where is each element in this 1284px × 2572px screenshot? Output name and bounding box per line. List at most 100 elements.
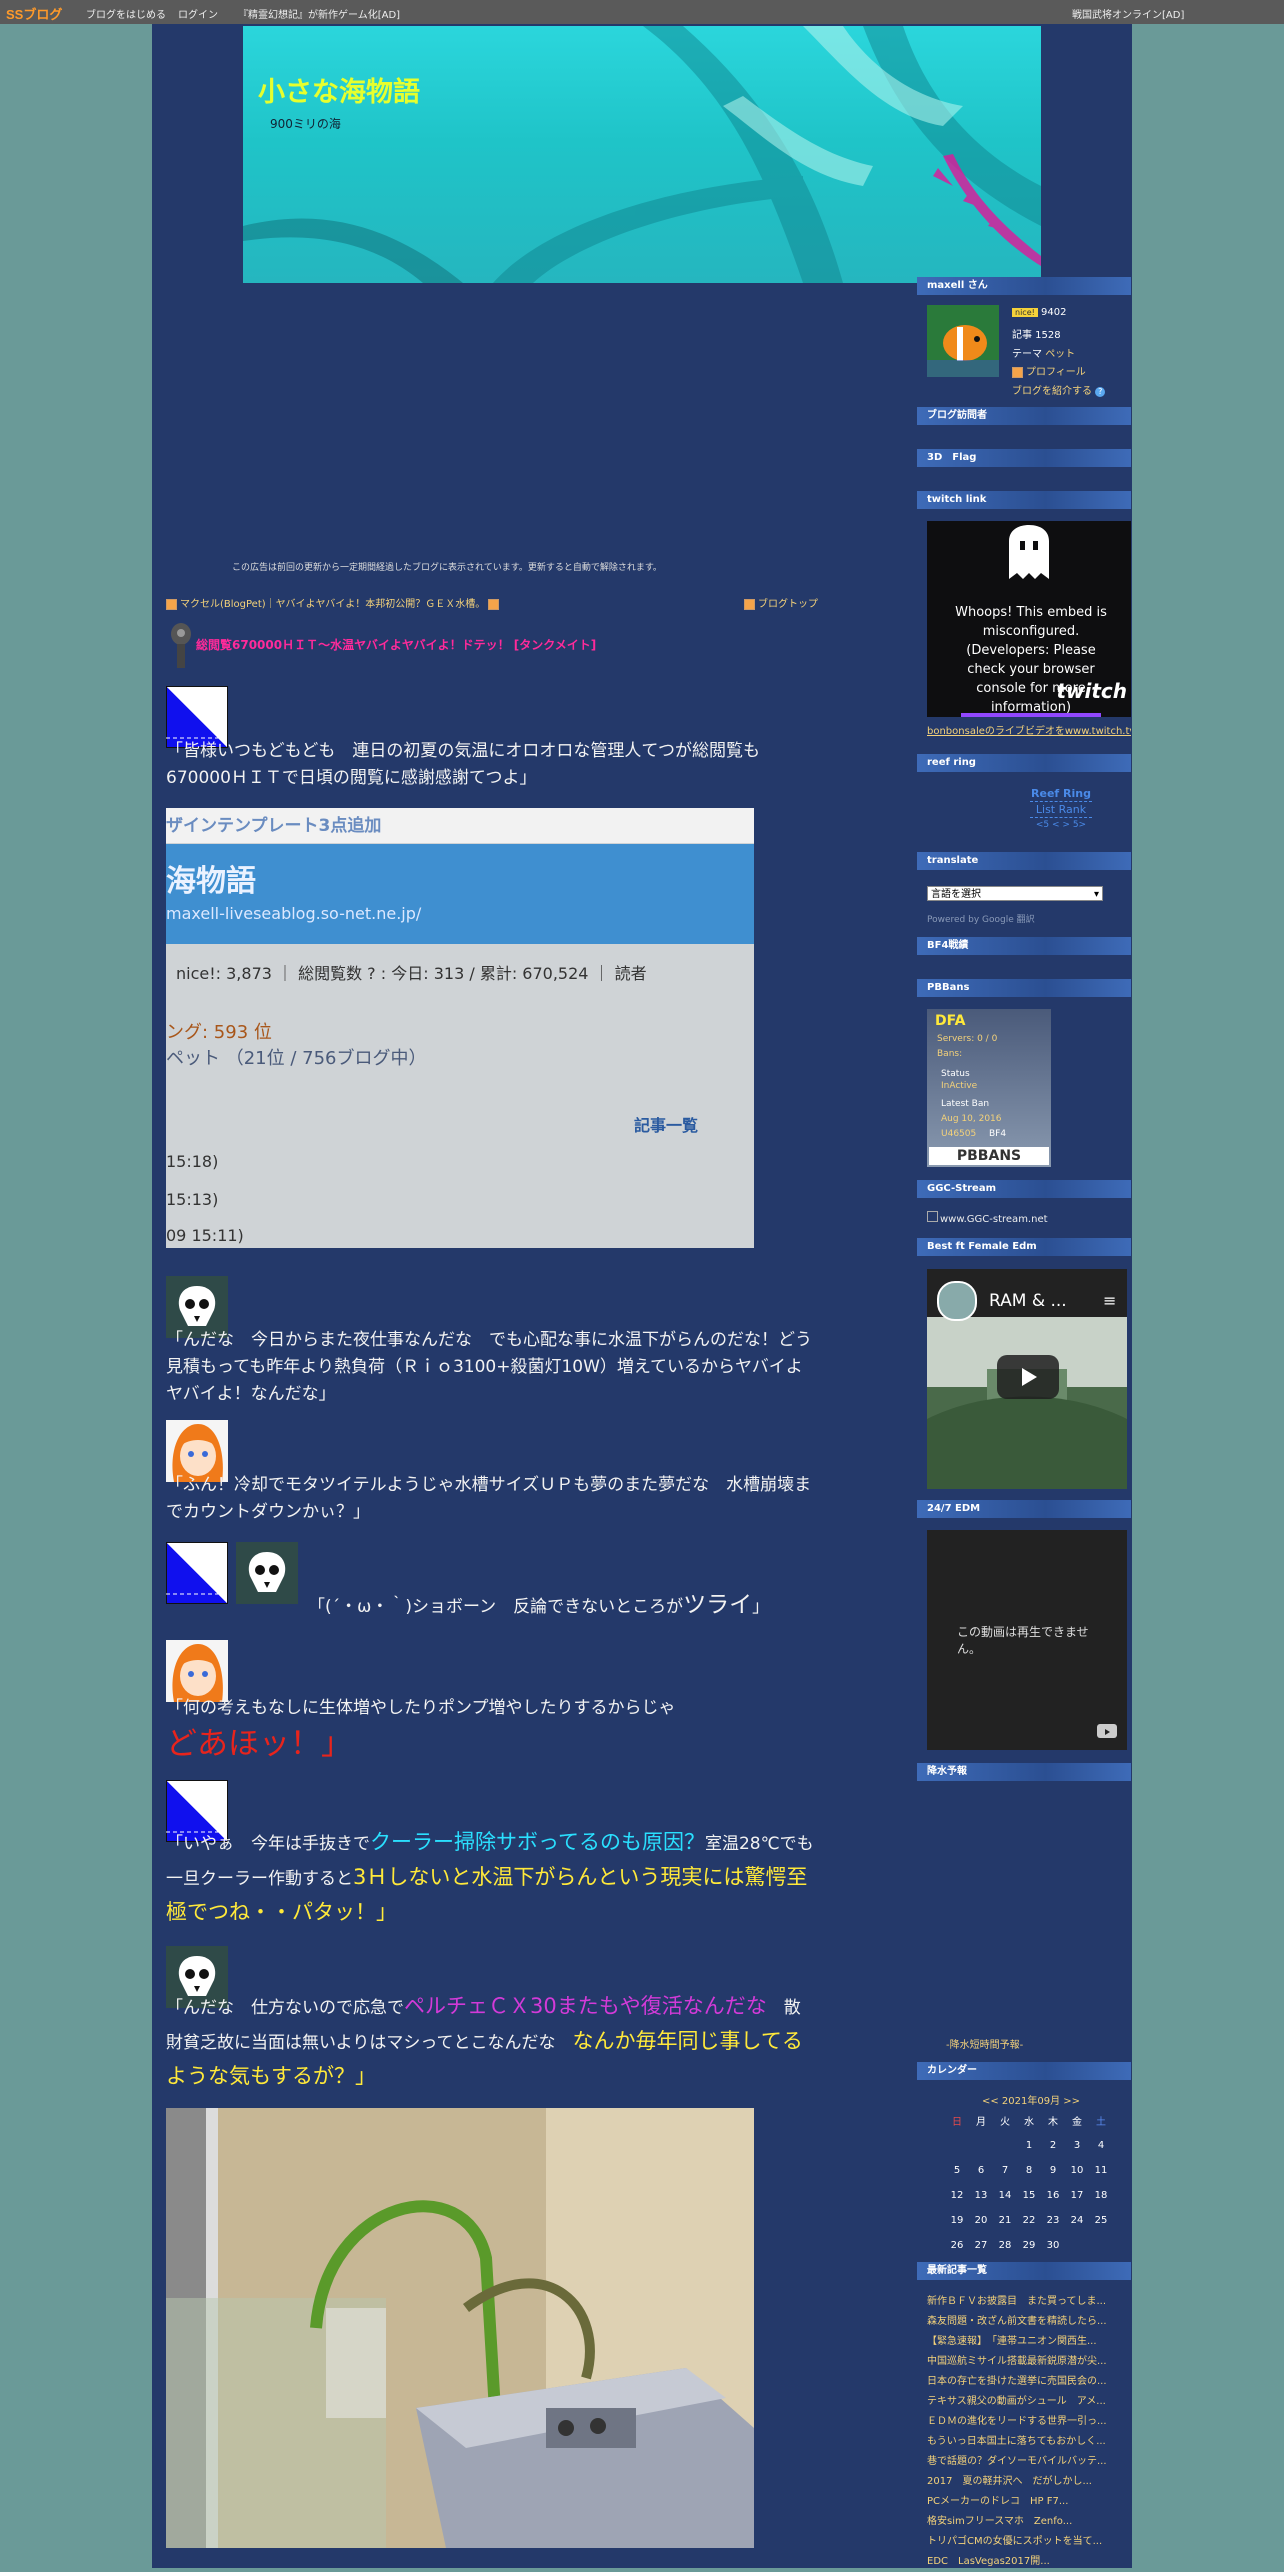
bullet-icon [488, 598, 500, 610]
recent-post-link[interactable]: テキサス親父の動画がシュール アメ... [927, 2392, 1117, 2412]
ggc-link[interactable]: www.GGC-stream.net [927, 1211, 1048, 1225]
calendar-date[interactable]: 6 [969, 2158, 993, 2183]
article-count: 記事 1528 [1012, 330, 1061, 341]
play-button[interactable] [997, 1355, 1059, 1399]
blog-top-link[interactable]: ブログトップ [744, 595, 818, 610]
youtube-icon[interactable] [1097, 1724, 1117, 1738]
reef-rank-link[interactable]: List Rank [1030, 802, 1092, 817]
channel-avatar[interactable] [937, 1281, 977, 1321]
calendar-date[interactable]: 19 [945, 2208, 969, 2233]
calendar-date[interactable]: 16 [1041, 2183, 1065, 2208]
video-title[interactable]: RAM & ... [989, 1291, 1067, 1311]
ad-link-right[interactable]: 戦国武将オンライン[AD] [1072, 6, 1184, 21]
calendar-date[interactable]: 26 [945, 2233, 969, 2258]
recent-post-link[interactable]: 新作ＢＦＶお披露目 また買ってしま... [927, 2292, 1117, 2312]
ssblog-logo[interactable]: SSブログ [6, 4, 62, 23]
calendar-date[interactable]: 3 [1065, 2133, 1089, 2158]
introduce-link[interactable]: ブログを紹介する ? [1012, 382, 1106, 397]
blog-title[interactable]: 小さな海物語 [258, 70, 420, 109]
calendar-nav[interactable]: << 2021年09月 >> [982, 2092, 1080, 2107]
calendar-date[interactable]: 15 [1017, 2183, 1041, 2208]
pbb-latest: Aug 10, 2016 [941, 1114, 1002, 1124]
calendar-date[interactable]: 20 [969, 2208, 993, 2233]
login-link[interactable]: ログイン [178, 6, 218, 21]
p6-text: 「いやぁ 今年は手抜きで [166, 1834, 370, 1854]
calendar-date[interactable]: 17 [1065, 2183, 1089, 2208]
recent-post-link[interactable]: 2017 夏の軽井沢へ だがしかし... [927, 2472, 1117, 2492]
calendar-date[interactable]: 25 [1089, 2208, 1113, 2233]
playlist-icon[interactable]: ≡ [1103, 1291, 1116, 1310]
translate-header: translate [917, 852, 1131, 870]
recent-post-link[interactable]: 日本の存亡を掛けた選挙に売国民会の... [927, 2372, 1117, 2392]
calendar-date[interactable]: 10 [1065, 2158, 1089, 2183]
calendar-date[interactable] [993, 2133, 1017, 2158]
recent-post-link[interactable]: 中国巡航ミサイル搭載最新鋭原潜が尖... [927, 2352, 1117, 2372]
calendar-date[interactable]: 22 [1017, 2208, 1041, 2233]
calendar-date[interactable]: 12 [945, 2183, 969, 2208]
recent-post-link[interactable]: 【緊急速報】 「連帯ユニオン関西生... [927, 2332, 1117, 2352]
calendar-date[interactable] [1089, 2233, 1113, 2258]
language-select-value: 言語を選択 [931, 889, 981, 900]
calendar-date[interactable]: 24 [1065, 2208, 1089, 2233]
rain-header: 降水予報 [917, 1763, 1131, 1781]
twitch-embed[interactable]: Whoops! This embed is misconfigured. (De… [927, 521, 1131, 717]
calendar-date[interactable] [969, 2133, 993, 2158]
recent-post-link[interactable]: ＥＤＭの進化をリードする世界一引っ... [927, 2412, 1117, 2432]
photo-blog-title: 海物語 [166, 864, 256, 899]
calendar-day-header: 日 [952, 2117, 962, 2128]
calendar-date[interactable] [945, 2133, 969, 2158]
calendar-date[interactable]: 29 [1017, 2233, 1041, 2258]
pbbans-widget[interactable]: DFA Servers: 0 / 0 Bans: Status InActive… [927, 1009, 1051, 1167]
reef-nav[interactable]: <5 < > 5> [1030, 817, 1092, 833]
post-title[interactable]: 総閲覧670000ＨＩＴ～水温ヤバイよヤバイよ！ドテッ！ [タンクメイト] [196, 636, 596, 653]
sidebar-user-header[interactable]: maxell さん [917, 277, 1131, 295]
rain-forecast-link[interactable]: -降水短時間予報- [946, 2036, 1023, 2051]
calendar-date[interactable]: 7 [993, 2158, 1017, 2183]
reef-ring-link[interactable]: Reef Ring [1030, 786, 1092, 802]
theme-link[interactable]: ペット [1045, 349, 1075, 360]
bullet-icon [1012, 366, 1023, 378]
calendar-date[interactable]: 14 [993, 2183, 1017, 2208]
p4-emphasis: ツライ [683, 1592, 753, 1618]
prev-post-link[interactable]: マクセル(BlogPet)｜ヤバイよヤバイよ！本邦初公開？ＧＥＸ水槽。 [166, 595, 502, 610]
calendar-date[interactable]: 28 [993, 2233, 1017, 2258]
pbb-game: BF4 [989, 1129, 1007, 1139]
recent-post-link[interactable]: 格安simフリースマホ Zenfo... [927, 2512, 1117, 2532]
calendar-date[interactable]: 5 [945, 2158, 969, 2183]
photo-rank: ング: 593 位 [166, 1022, 272, 1043]
calendar-date[interactable]: 11 [1089, 2158, 1113, 2183]
calendar-date[interactable]: 4 [1089, 2133, 1113, 2158]
skull-avatar-icon [236, 1542, 298, 1604]
profile-link[interactable]: プロフィール [1012, 363, 1086, 378]
clownfish-avatar[interactable] [927, 305, 999, 377]
twitch-link[interactable]: bonbonsaleのライブビデオをwww.twitch.tv [927, 722, 1131, 737]
youtube-embed-unavailable[interactable]: この動画は再生できません。 [927, 1530, 1127, 1750]
reef-ring-widget[interactable]: Reef Ring List Rank <5 < > 5> [1030, 786, 1092, 833]
recent-post-link[interactable]: EDC LasVegas2017開... [927, 2552, 1117, 2572]
calendar-date[interactable]: 9 [1041, 2158, 1065, 2183]
stats-screenshot-photo: ザインテンプレート3点追加 海物語 maxell-liveseablog.so-… [166, 808, 754, 1248]
calendar-day-header: 金 [1072, 2117, 1082, 2128]
calendar-date[interactable]: 13 [969, 2183, 993, 2208]
recent-post-link[interactable]: PCメーカーのドレコ HP F7... [927, 2492, 1117, 2512]
edm-header: Best ft Female Edm [917, 1238, 1131, 1256]
start-blog-link[interactable]: ブログをはじめる [86, 6, 166, 21]
language-select[interactable]: 言語を選択 ▾ [927, 886, 1103, 901]
edm247-header: 24/7 EDM [917, 1500, 1131, 1518]
calendar-date[interactable]: 1 [1017, 2133, 1041, 2158]
recent-post-link[interactable]: もういっ日本国土に落ちてもおかしく... [927, 2432, 1117, 2452]
calendar-date[interactable]: 18 [1089, 2183, 1113, 2208]
calendar-date[interactable]: 23 [1041, 2208, 1065, 2233]
ad-link-left[interactable]: 『精霊幻想記』が新作ゲーム化[AD] [238, 6, 400, 21]
calendar-date[interactable]: 30 [1041, 2233, 1065, 2258]
recent-post-link[interactable]: 森友問題・改ざん前文書を精読したら... [927, 2312, 1117, 2332]
calendar-date[interactable] [1065, 2233, 1089, 2258]
calendar-date[interactable]: 27 [969, 2233, 993, 2258]
calendar-day-header: 水 [1024, 2117, 1034, 2128]
calendar-date[interactable]: 2 [1041, 2133, 1065, 2158]
calendar-date[interactable]: 8 [1017, 2158, 1041, 2183]
youtube-embed[interactable]: RAM & ... ≡ [927, 1269, 1127, 1489]
recent-post-link[interactable]: 巷で話題の？ダイソーモバイルバッテ... [927, 2452, 1117, 2472]
calendar-date[interactable]: 21 [993, 2208, 1017, 2233]
recent-post-link[interactable]: トリパゴCMの女優にスポットを当て... [927, 2532, 1117, 2552]
